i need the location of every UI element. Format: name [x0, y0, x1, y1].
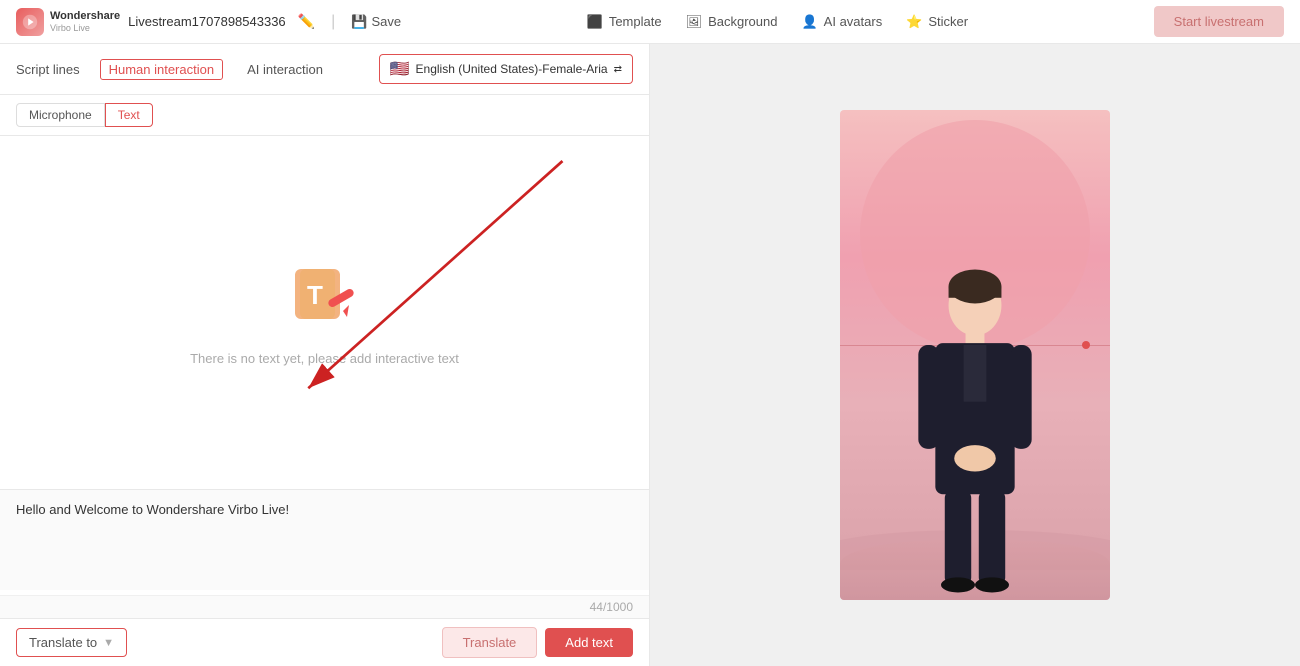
translate-button[interactable]: Translate	[442, 627, 538, 658]
logo-sub: Virbo Live	[50, 23, 120, 33]
logo-icon	[16, 8, 44, 36]
language-selector-icon: ⇄	[614, 64, 622, 75]
nav-sticker[interactable]: ⭐ Sticker	[906, 14, 968, 30]
ai-avatars-icon: 👤	[801, 14, 817, 30]
nav-template[interactable]: ⬛ Template	[587, 14, 662, 30]
header-left: Wondershare Virbo Live Livestream1707898…	[16, 8, 401, 36]
edit-icon[interactable]: ✏️	[298, 13, 315, 30]
tabs-row: Script lines Human interaction AI intera…	[0, 44, 649, 95]
input-type-row: Microphone Text	[0, 95, 649, 136]
content-area: T There is no text yet, please add inter…	[0, 136, 649, 618]
right-panel	[650, 44, 1300, 666]
avatar-person	[875, 240, 1075, 600]
start-livestream-button[interactable]: Start livestream	[1154, 6, 1284, 37]
translate-to-label: Translate to	[29, 635, 97, 650]
sticker-icon: ⭐	[906, 14, 922, 30]
add-text-button[interactable]: Add text	[545, 628, 633, 657]
tab-human-interaction[interactable]: Human interaction	[100, 59, 224, 80]
svg-text:T: T	[307, 280, 323, 310]
header-nav: ⬛ Template 🖼 Background 👤 AI avatars ⭐ S…	[587, 14, 968, 30]
logo-name: Wondershare	[50, 10, 120, 23]
nav-sticker-label: Sticker	[928, 14, 968, 29]
script-lines-label: Script lines	[16, 62, 80, 77]
person-svg	[895, 260, 1055, 600]
text-input-field[interactable]	[0, 490, 649, 590]
nav-ai-avatars[interactable]: 👤 AI avatars	[801, 14, 882, 30]
background-icon: 🖼	[686, 14, 703, 30]
empty-state: T There is no text yet, please add inter…	[0, 136, 649, 489]
save-icon: 💾	[351, 14, 367, 30]
microphone-button[interactable]: Microphone	[16, 103, 105, 127]
virbo-logo-symbol	[21, 13, 39, 31]
language-label: English (United States)-Female-Aria	[416, 62, 608, 76]
nav-background-label: Background	[708, 14, 777, 29]
char-count: 44/1000	[0, 595, 649, 618]
avatar-stage	[840, 110, 1110, 600]
nav-background[interactable]: 🖼 Background	[686, 14, 778, 30]
bottom-bar: Translate to ▼ Translate Add text	[0, 618, 649, 666]
header: Wondershare Virbo Live Livestream1707898…	[0, 0, 1300, 44]
save-button[interactable]: 💾 Save	[351, 14, 401, 30]
empty-state-icon: T	[285, 259, 365, 339]
logo: Wondershare Virbo Live	[16, 8, 120, 36]
text-button[interactable]: Text	[105, 103, 153, 127]
translate-select-chevron: ▼	[103, 637, 114, 649]
left-panel: Script lines Human interaction AI intera…	[0, 44, 650, 666]
text-input-area: 44/1000	[0, 489, 649, 618]
nav-template-label: Template	[609, 14, 662, 29]
logo-text-block: Wondershare Virbo Live	[50, 10, 120, 33]
flag-icon: 🇺🇸	[390, 59, 410, 79]
language-selector[interactable]: 🇺🇸 English (United States)-Female-Aria ⇄	[379, 54, 633, 84]
template-icon: ⬛	[587, 14, 603, 30]
empty-state-text: There is no text yet, please add interac…	[190, 351, 459, 366]
main-layout: Script lines Human interaction AI intera…	[0, 44, 1300, 666]
nav-ai-avatars-label: AI avatars	[824, 14, 883, 29]
stage-red-dot	[1082, 341, 1090, 349]
translate-to-select[interactable]: Translate to ▼	[16, 628, 127, 657]
stream-title: Livestream1707898543336	[128, 14, 286, 29]
tab-ai-interaction[interactable]: AI interaction	[243, 60, 327, 79]
save-label: Save	[371, 14, 401, 29]
